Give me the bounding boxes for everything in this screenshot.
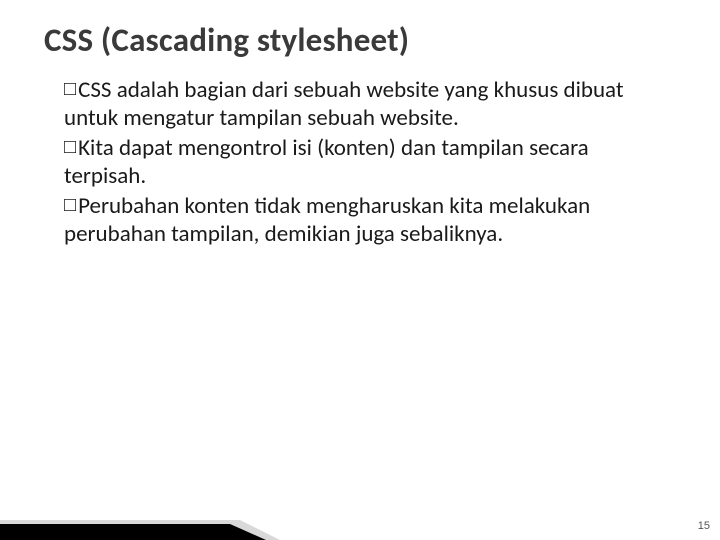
bullet-marker: □ bbox=[64, 193, 76, 217]
bullet-item: □Perubahan konten tidak mengharuskan kit… bbox=[64, 192, 666, 248]
slide-title: CSS (Cascading stylesheet) bbox=[44, 20, 676, 60]
body-text: □CSS adalah bagian dari sebuah website y… bbox=[44, 76, 676, 248]
bullet-marker: □ bbox=[64, 135, 76, 159]
slide: CSS (Cascading stylesheet) □CSS adalah b… bbox=[0, 0, 720, 540]
bullet-marker: □ bbox=[64, 77, 76, 101]
bullet-text: Perubahan konten tidak mengharuskan kita… bbox=[64, 192, 590, 248]
bullet-item: □CSS adalah bagian dari sebuah website y… bbox=[64, 76, 666, 132]
page-number: 15 bbox=[698, 520, 710, 532]
corner-decoration bbox=[0, 480, 280, 540]
bullet-text: Kita dapat mengontrol isi (konten) dan t… bbox=[64, 134, 589, 190]
bullet-text: CSS adalah bagian dari sebuah website ya… bbox=[64, 76, 624, 132]
bullet-item: □Kita dapat mengontrol isi (konten) dan … bbox=[64, 134, 666, 190]
